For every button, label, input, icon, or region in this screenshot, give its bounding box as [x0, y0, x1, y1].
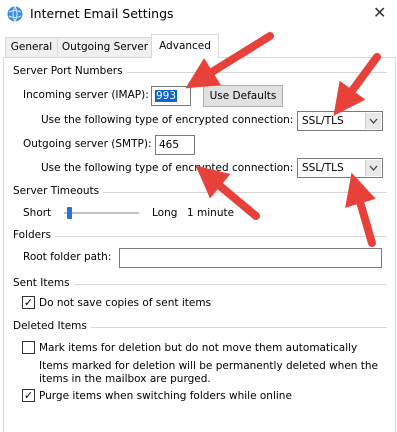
- arrow-to-outgoing-encryption: [345, 172, 376, 247]
- arrow-to-incoming-encryption: [333, 53, 381, 116]
- tab-advanced[interactable]: Advanced: [151, 34, 219, 58]
- annotation-arrows: [185, 32, 381, 247]
- arrow-to-outgoing-port: [195, 165, 260, 220]
